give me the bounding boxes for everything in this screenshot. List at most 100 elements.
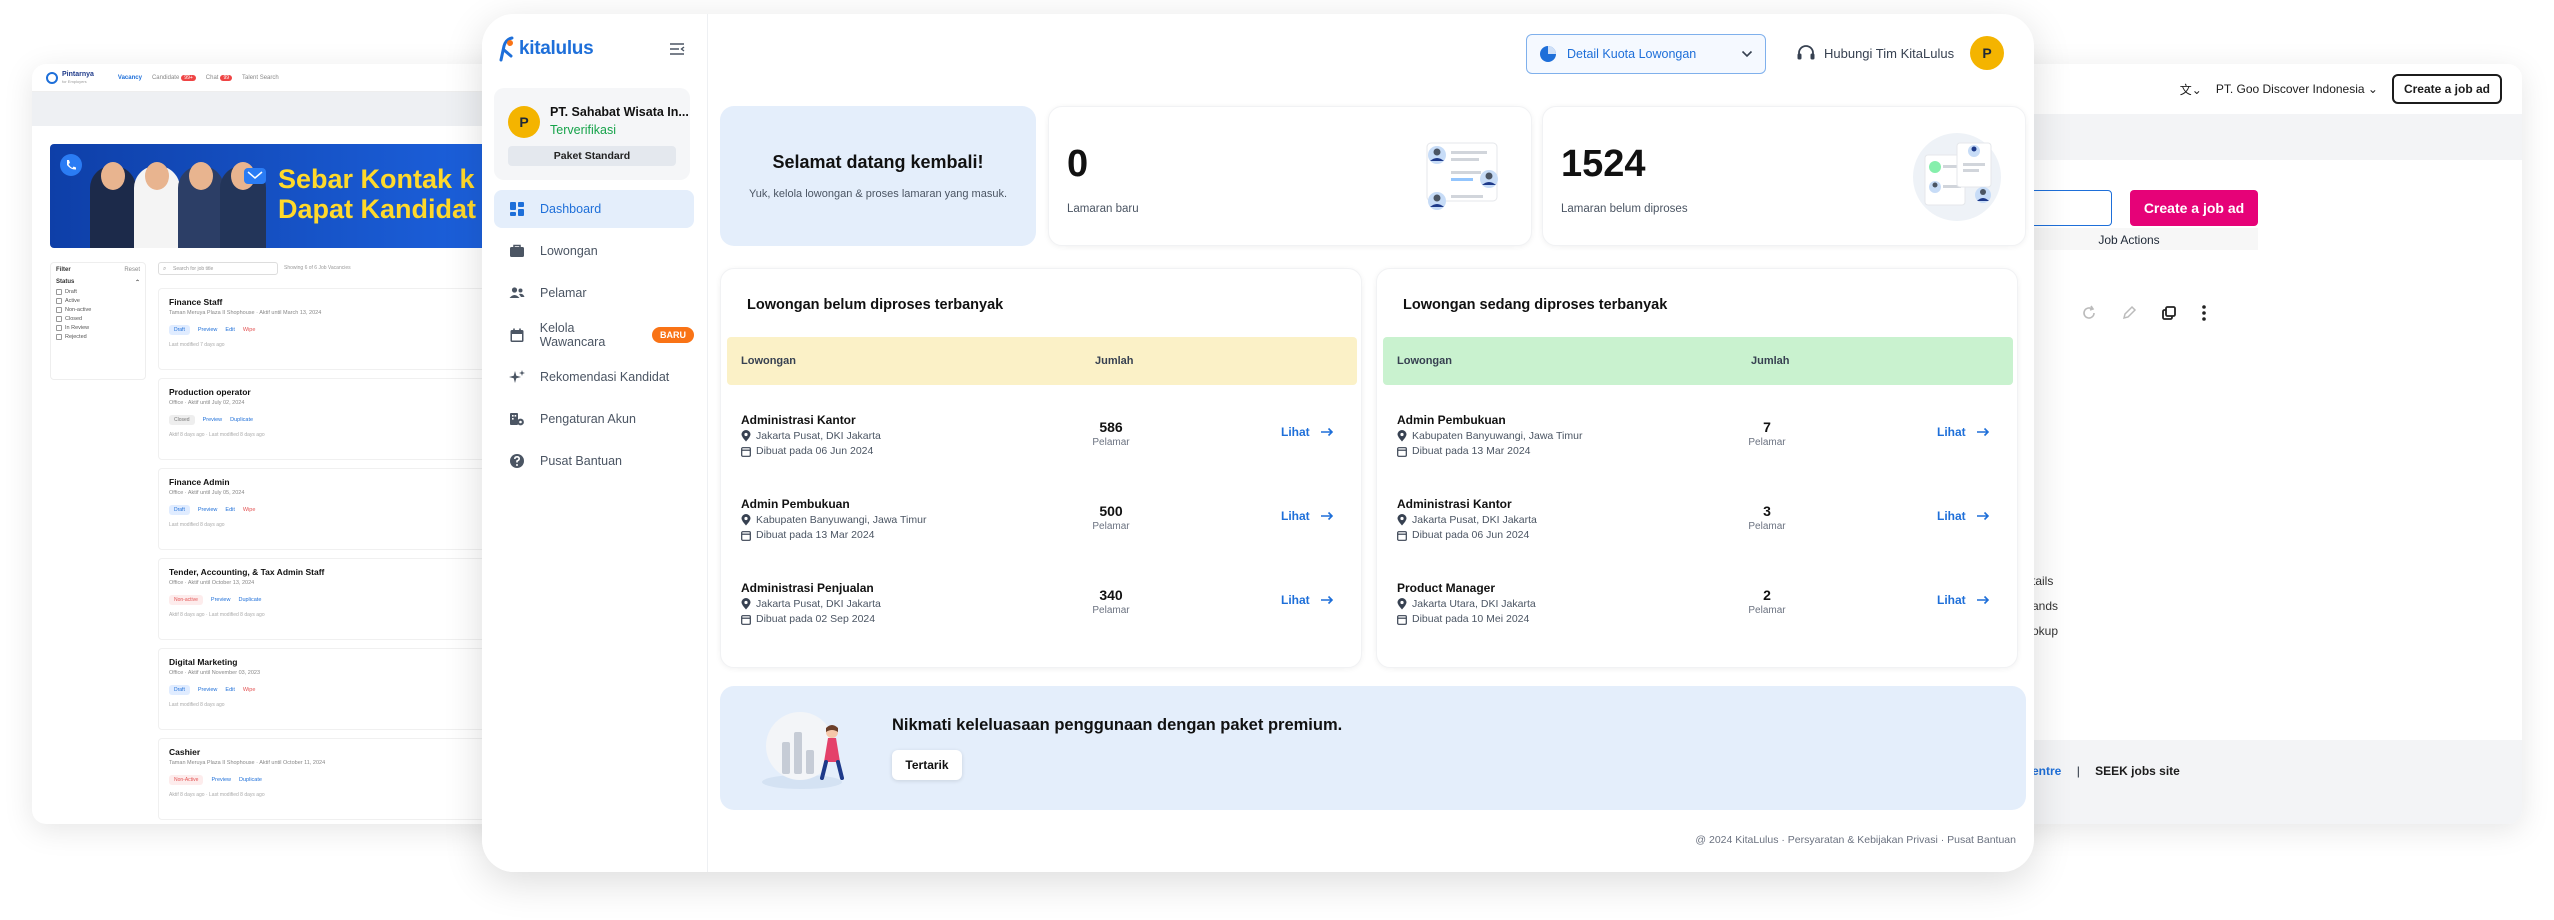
calendar-icon <box>741 614 751 625</box>
job-title: Admin Pembukuan <box>1397 413 1506 427</box>
banner-person <box>134 162 180 248</box>
nav-chat[interactable]: Chat 99 <box>206 74 233 81</box>
stat-value: 1524 <box>1561 143 1646 185</box>
filter-panel: Filter Reset Status ⌃ Draft Active Non-act… <box>50 262 146 380</box>
preview-link[interactable]: Preview <box>198 687 218 693</box>
company-card[interactable]: P PT. Sahabat Wisata In... Terverifikasi… <box>494 88 690 180</box>
more-vertical-icon[interactable] <box>2200 304 2208 322</box>
duplicate-link[interactable]: Duplicate <box>239 777 262 783</box>
pie-chart-icon <box>1540 46 1556 62</box>
building-gear-icon <box>508 410 526 428</box>
nav-talent-search[interactable]: Talent Search <box>242 75 279 81</box>
nav-vacancy[interactable]: Vacancy <box>118 75 142 81</box>
edit-link[interactable]: Edit <box>225 507 234 513</box>
preview-link[interactable]: Preview <box>211 777 231 783</box>
job-search-input[interactable]: ⌕ Search for job title <box>158 262 278 275</box>
premium-promo-card: Nikmati keleluasaan penggunaan dengan pa… <box>720 686 2026 810</box>
status-checkbox[interactable]: In Review <box>56 325 140 331</box>
company-avatar: P <box>508 106 540 138</box>
job-status-badge: Draft <box>169 685 190 695</box>
status-checkbox[interactable]: Non-active <box>56 307 140 313</box>
view-link[interactable]: Lihat <box>1281 593 1334 607</box>
contact-support-label: Hubungi Tim KitaLulus <box>1824 45 1955 61</box>
sidebar-item-lowongan[interactable]: Lowongan <box>494 232 694 270</box>
sidebar-item-pengaturan-akun[interactable]: Pengaturan Akun <box>494 400 694 438</box>
job-status-badge: Closed <box>169 415 195 425</box>
seek-jobs-site-link[interactable]: SEEK jobs site <box>2095 764 2180 778</box>
stat-label: Lamaran belum diproses <box>1561 203 1688 215</box>
view-link-label: Lihat <box>1937 425 1966 439</box>
job-created-date: Dibuat pada 02 Sep 2024 <box>756 613 876 625</box>
preview-link[interactable]: Preview <box>203 417 223 423</box>
job-title: Product Manager <box>1397 581 1496 595</box>
preview-link[interactable]: Preview <box>198 507 218 513</box>
status-checkbox[interactable]: Draft <box>56 289 140 295</box>
duplicate-link[interactable]: Duplicate <box>238 597 261 603</box>
filter-title: Filter <box>56 267 71 273</box>
seek-footer-link[interactable]: entre <box>2032 764 2061 778</box>
kitalulus-logo-icon <box>499 36 514 62</box>
sidebar-item-kelola-wawancara[interactable]: Kelola Wawancara BARU <box>494 316 694 354</box>
seek-window: 文⌄ PT. Goo Discover Indonesia ⌄ Create a… <box>1980 64 2522 824</box>
applicant-count: 7 <box>1763 419 1771 435</box>
pintarnya-topbar: Pintarnya for Employers Vacancy Candidate… <box>32 64 552 92</box>
seek-link[interactable]: ands <box>2032 599 2058 613</box>
preview-link[interactable]: Preview <box>211 597 231 603</box>
seek-link[interactable]: tails <box>2032 574 2053 588</box>
status-checkbox[interactable]: Rejected <box>56 334 140 340</box>
duplicate-link[interactable]: Duplicate <box>230 417 253 423</box>
sidebar-item-pusat-bantuan[interactable]: Pusat Bantuan <box>494 442 694 480</box>
status-option: Draft <box>65 289 77 295</box>
seek-link[interactable]: okup <box>2032 624 2058 638</box>
copy-icon[interactable] <box>2160 304 2178 322</box>
table-title: Lowongan belum diproses terbanyak <box>747 297 1004 313</box>
view-link[interactable]: Lihat <box>1937 593 1990 607</box>
refresh-icon[interactable] <box>2080 304 2098 322</box>
wipe-link[interactable]: Wipe <box>243 327 256 333</box>
view-link[interactable]: Lihat <box>1937 425 1990 439</box>
sidebar-item-rekomendasi-kandidat[interactable]: Rekomendasi Kandidat <box>494 358 694 396</box>
job-location: Jakarta Pusat, DKI Jakarta <box>756 430 881 442</box>
user-avatar[interactable]: P <box>1970 36 2004 70</box>
sidebar-item-dashboard[interactable]: Dashboard <box>494 190 694 228</box>
location-pin-icon <box>1397 514 1407 526</box>
view-link[interactable]: Lihat <box>1281 425 1334 439</box>
job-location: Kabupaten Banyuwangi, Jawa Timur <box>756 514 927 526</box>
collapse-sidebar-icon[interactable] <box>668 42 686 56</box>
table-row: Administrasi Kantor Jakarta Pusat, DKI J… <box>1383 489 2013 575</box>
pintarnya-logo[interactable]: Pintarnya for Employers <box>46 71 94 85</box>
create-job-ad-pink-button[interactable]: Create a job ad <box>2130 190 2258 226</box>
preview-link[interactable]: Preview <box>198 327 218 333</box>
help-icon <box>508 452 526 470</box>
create-job-ad-button[interactable]: Create a job ad <box>2391 74 2502 104</box>
stat-card-new-applications[interactable]: 0 Lamaran baru <box>1048 106 1532 246</box>
table-row: Administrasi Penjualan Jakarta Pusat, DK… <box>727 573 1357 659</box>
edit-link[interactable]: Edit <box>225 687 234 693</box>
promo-banner[interactable]: Sebar Kontak k Dapat Kandidat <box>50 144 520 248</box>
interested-button[interactable]: Tertarik <box>892 750 962 780</box>
job-created-date: Dibuat pada 06 Jun 2024 <box>1412 529 1530 541</box>
nav-candidate[interactable]: Candidate 99+ <box>152 74 196 81</box>
status-checkbox[interactable]: Closed <box>56 316 140 322</box>
wipe-link[interactable]: Wipe <box>243 687 256 693</box>
kitalulus-logo[interactable]: kitalulus <box>498 36 594 62</box>
translate-icon[interactable]: 文⌄ <box>2180 81 2202 98</box>
applicant-unit: Pelamar <box>1748 521 1786 532</box>
location-pin-icon <box>1397 598 1407 610</box>
company-switcher[interactable]: PT. Goo Discover Indonesia ⌄ <box>2216 82 2378 96</box>
arrow-right-icon <box>1320 595 1333 605</box>
status-checkbox[interactable]: Active <box>56 298 140 304</box>
wipe-link[interactable]: Wipe <box>243 507 256 513</box>
job-created-date: Dibuat pada 06 Jun 2024 <box>756 445 874 457</box>
sidebar-item-pelamar[interactable]: Pelamar <box>494 274 694 312</box>
contact-support-link[interactable]: Hubungi Tim KitaLulus <box>1796 44 1954 62</box>
edit-link[interactable]: Edit <box>225 327 234 333</box>
view-link[interactable]: Lihat <box>1281 509 1334 523</box>
quota-detail-dropdown[interactable]: Detail Kuota Lowongan <box>1526 34 1766 74</box>
filter-reset-link[interactable]: Reset <box>124 267 140 273</box>
package-button[interactable]: Paket Standard <box>508 146 676 166</box>
stat-card-unprocessed-applications[interactable]: 1524 Lamaran belum diproses <box>1542 106 2026 246</box>
view-link[interactable]: Lihat <box>1937 509 1990 523</box>
chevron-up-icon[interactable]: ⌃ <box>135 279 140 286</box>
edit-icon[interactable] <box>2120 304 2138 322</box>
